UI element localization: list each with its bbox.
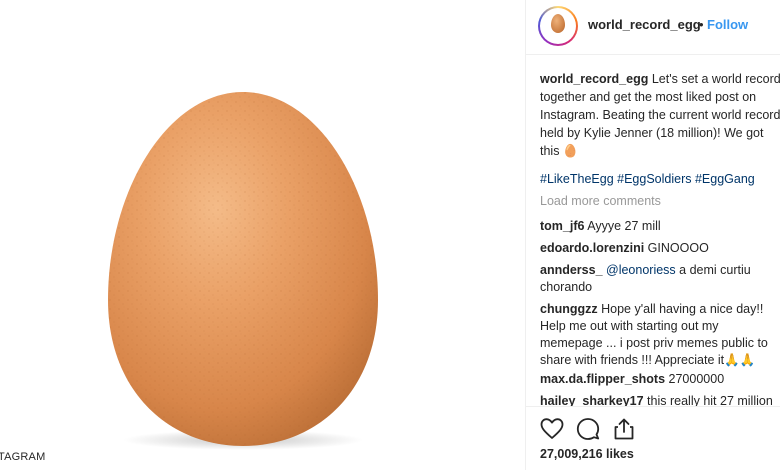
comment-username[interactable]: max.da.flipper_shots bbox=[540, 372, 665, 386]
comment-username[interactable]: hailey_sharkey17 bbox=[540, 394, 644, 406]
post-sidebar: world_record_egg • Follow world_record_e… bbox=[525, 0, 780, 471]
egg-image bbox=[108, 92, 378, 450]
caption-hashtags[interactable]: #LikeTheEgg #EggSoldiers #EggGang bbox=[540, 172, 755, 186]
caption-text-4: held by Kylie Jenner (18 million)! We go… bbox=[540, 126, 764, 140]
comment-text-continued: share with friends !!! Appreciate it🙏🙏 bbox=[540, 353, 756, 367]
comment-text-continued: chorando bbox=[540, 280, 593, 294]
caption-text-2: together and get the most liked post on bbox=[540, 90, 757, 104]
comment-mention[interactable]: @leonoriess bbox=[606, 263, 676, 277]
comment-username[interactable]: chunggzz bbox=[540, 302, 598, 316]
load-more-comments-link[interactable]: Load more comments bbox=[540, 194, 661, 208]
caption: world_record_egg Let's set a world recor… bbox=[540, 70, 780, 160]
caption-line-1: world_record_egg Let's set a world recor… bbox=[540, 70, 780, 88]
comment-text: a demi curtiu bbox=[679, 263, 751, 277]
comment-text: Hope y'all having a nice day!! bbox=[601, 302, 764, 316]
post-photo[interactable]: TAGRAM bbox=[0, 0, 525, 470]
share-icon[interactable] bbox=[612, 417, 636, 441]
likes-count[interactable]: 27,009,216 likes bbox=[540, 447, 634, 461]
comments-section[interactable]: world_record_egg Let's set a world recor… bbox=[526, 0, 780, 406]
watermark-text: TAGRAM bbox=[0, 451, 46, 463]
comment-icon[interactable] bbox=[576, 417, 600, 441]
comment-text-continued: memepage ... i post priv memes public to bbox=[540, 336, 768, 350]
comment-text: this really hit 27 million bbox=[647, 394, 773, 406]
caption-text-3: Instagram. Beating the current world rec… bbox=[540, 108, 780, 122]
caption-text-1: Let's set a world record bbox=[651, 72, 780, 86]
heart-icon[interactable] bbox=[540, 417, 564, 441]
comment-item: tom_jf6 Ayyye 27 mill bbox=[540, 218, 661, 235]
comment-item: chunggzz Hope y'all having a nice day!! … bbox=[540, 301, 768, 369]
comment-username[interactable]: tom_jf6 bbox=[540, 219, 584, 233]
caption-text-5: this 🥚 bbox=[540, 144, 579, 158]
post-actions: 27,009,216 likes bbox=[526, 406, 780, 471]
comment-item: max.da.flipper_shots 27000000 bbox=[540, 371, 724, 388]
comment-text: Ayyye 27 mill bbox=[587, 219, 661, 233]
comment-username[interactable]: edoardo.lorenzini bbox=[540, 241, 644, 255]
comment-item: hailey_sharkey17 this really hit 27 mill… bbox=[540, 393, 773, 406]
caption-username[interactable]: world_record_egg bbox=[540, 72, 648, 86]
comment-item: edoardo.lorenzini GINOOOO bbox=[540, 240, 709, 257]
comment-text: GINOOOO bbox=[647, 241, 709, 255]
comment-text-continued: Help me out with starting out my bbox=[540, 319, 719, 333]
comment-item: annderss_ @leonoriess a demi curtiu chor… bbox=[540, 262, 751, 296]
comment-text: 27000000 bbox=[668, 372, 725, 386]
instagram-post: TAGRAM world_record_egg • Follow world_r… bbox=[0, 0, 780, 471]
comment-username[interactable]: annderss_ bbox=[540, 263, 603, 277]
